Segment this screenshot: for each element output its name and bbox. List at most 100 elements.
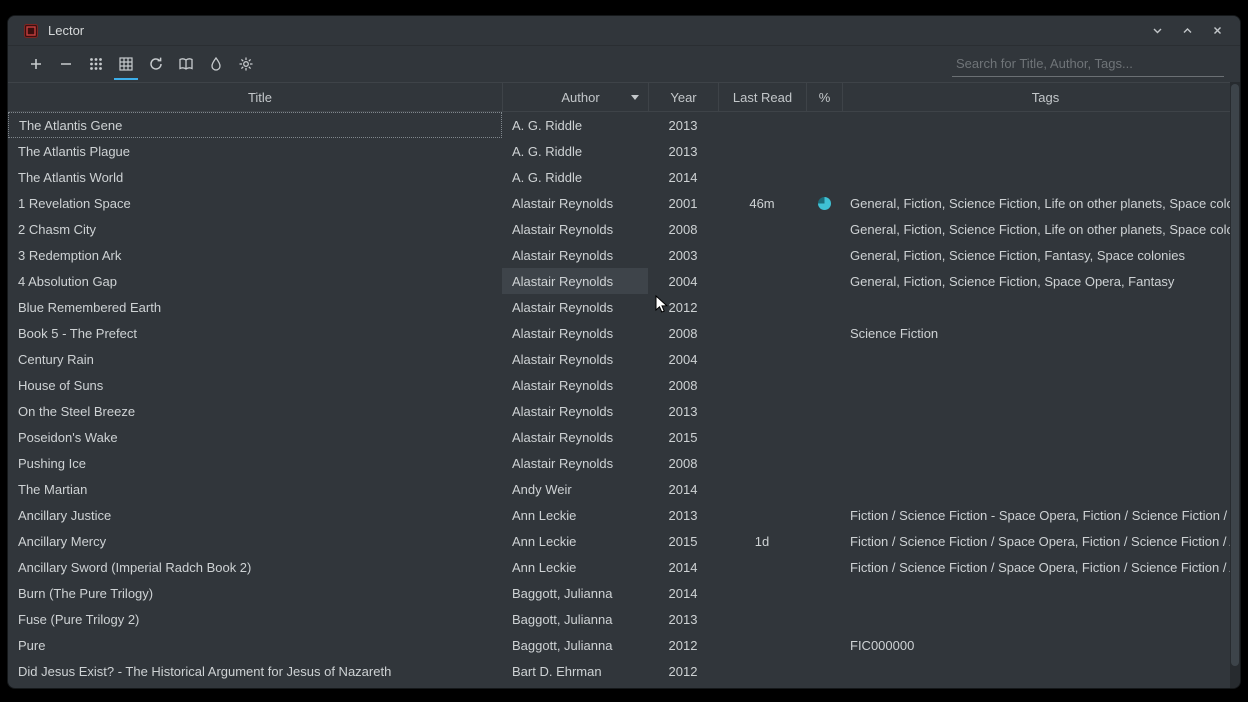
table-row[interactable]: 1 Revelation Space Alastair Reynolds 200…: [8, 190, 1240, 216]
cell-year[interactable]: 2015: [648, 424, 718, 450]
cell-year[interactable]: 2008: [648, 320, 718, 346]
cell-year[interactable]: 2003: [648, 242, 718, 268]
cell-author[interactable]: Alastair Reynolds: [502, 450, 648, 476]
table-row[interactable]: Book 5 - The Prefect Alastair Reynolds 2…: [8, 320, 1240, 346]
cell-title[interactable]: The Atlantis Gene: [8, 112, 502, 138]
column-header-last-read[interactable]: Last Read: [718, 83, 806, 111]
cell-tags[interactable]: [842, 112, 1240, 138]
cell-percent[interactable]: [806, 476, 842, 502]
reader-button[interactable]: [172, 50, 200, 78]
cell-last-read[interactable]: 46m: [718, 190, 806, 216]
table-row[interactable]: The Martian Andy Weir 2014: [8, 476, 1240, 502]
column-header-year[interactable]: Year: [648, 83, 718, 111]
table-row[interactable]: Ancillary Justice Ann Leckie 2013 Fictio…: [8, 502, 1240, 528]
cell-percent[interactable]: [806, 268, 842, 294]
column-header-author[interactable]: Author: [502, 83, 648, 111]
cell-year[interactable]: 2014: [648, 554, 718, 580]
cell-author[interactable]: A. G. Riddle: [502, 138, 648, 164]
cell-percent[interactable]: [806, 450, 842, 476]
cell-last-read[interactable]: [718, 112, 806, 138]
cell-year[interactable]: 2014: [648, 164, 718, 190]
cell-year[interactable]: 2001: [648, 190, 718, 216]
theme-button[interactable]: [202, 50, 230, 78]
table-row[interactable]: Ancillary Sword (Imperial Radch Book 2) …: [8, 554, 1240, 580]
cell-author[interactable]: Alastair Reynolds: [502, 216, 648, 242]
table-row[interactable]: Fuse (Pure Trilogy 2) Baggott, Julianna …: [8, 606, 1240, 632]
column-header-tags[interactable]: Tags: [842, 83, 1240, 111]
cell-year[interactable]: 2012: [648, 294, 718, 320]
cell-tags[interactable]: [842, 398, 1240, 424]
refresh-button[interactable]: [142, 50, 170, 78]
cell-tags[interactable]: General, Fiction, Science Fiction, Life …: [842, 216, 1240, 242]
cell-title[interactable]: The Atlantis World: [8, 164, 502, 190]
cell-author[interactable]: Andy Weir: [502, 476, 648, 502]
cell-tags[interactable]: General, Fiction, Science Fiction, Fanta…: [842, 242, 1240, 268]
cell-title[interactable]: Pure: [8, 632, 502, 658]
cell-author[interactable]: Baggott, Julianna: [502, 580, 648, 606]
cell-year[interactable]: 2013: [648, 112, 718, 138]
table-row[interactable]: Pushing Ice Alastair Reynolds 2008: [8, 450, 1240, 476]
remove-book-button[interactable]: [52, 50, 80, 78]
cell-tags[interactable]: [842, 138, 1240, 164]
cell-last-read[interactable]: [718, 346, 806, 372]
cell-tags[interactable]: Fiction / Science Fiction / Space Opera,…: [842, 528, 1240, 554]
cell-author[interactable]: Alastair Reynolds: [502, 372, 648, 398]
cell-title[interactable]: On the Steel Breeze: [8, 398, 502, 424]
grid-view-button[interactable]: [82, 50, 110, 78]
cell-author[interactable]: Alastair Reynolds: [502, 190, 648, 216]
cell-author[interactable]: Ann Leckie: [502, 528, 648, 554]
cell-last-read[interactable]: [718, 424, 806, 450]
cell-percent[interactable]: [806, 398, 842, 424]
cell-tags[interactable]: General, Fiction, Science Fiction, Space…: [842, 268, 1240, 294]
cell-year[interactable]: 2004: [648, 268, 718, 294]
cell-last-read[interactable]: [718, 320, 806, 346]
cell-percent[interactable]: [806, 112, 842, 138]
cell-last-read[interactable]: [718, 268, 806, 294]
cell-last-read[interactable]: [718, 398, 806, 424]
cell-title[interactable]: Did Jesus Exist? - The Historical Argume…: [8, 658, 502, 684]
cell-title[interactable]: Century Rain: [8, 346, 502, 372]
cell-tags[interactable]: [842, 346, 1240, 372]
cell-tags[interactable]: [842, 606, 1240, 632]
cell-percent[interactable]: [806, 554, 842, 580]
cell-title[interactable]: The Martian: [8, 476, 502, 502]
cell-title[interactable]: Burn (The Pure Trilogy): [8, 580, 502, 606]
cell-year[interactable]: 2008: [648, 216, 718, 242]
cell-percent[interactable]: [806, 528, 842, 554]
cell-year[interactable]: 2013: [648, 138, 718, 164]
cell-year[interactable]: 2013: [648, 398, 718, 424]
table-row[interactable]: Blue Remembered Earth Alastair Reynolds …: [8, 294, 1240, 320]
cell-year[interactable]: 2012: [648, 632, 718, 658]
table-row[interactable]: 4 Absolution Gap Alastair Reynolds 2004 …: [8, 268, 1240, 294]
cell-percent[interactable]: [806, 138, 842, 164]
table-row[interactable]: Burn (The Pure Trilogy) Baggott, Juliann…: [8, 580, 1240, 606]
cell-author[interactable]: Ann Leckie: [502, 502, 648, 528]
cell-author[interactable]: Alastair Reynolds: [502, 268, 648, 294]
cell-title[interactable]: 2 Chasm City: [8, 216, 502, 242]
cell-tags[interactable]: [842, 294, 1240, 320]
cell-title[interactable]: Ancillary Justice: [8, 502, 502, 528]
cell-title[interactable]: The Atlantis Plague: [8, 138, 502, 164]
cell-percent[interactable]: [806, 502, 842, 528]
table-view-button[interactable]: [112, 50, 140, 78]
table-row[interactable]: 3 Redemption Ark Alastair Reynolds 2003 …: [8, 242, 1240, 268]
cell-percent[interactable]: [806, 320, 842, 346]
table-row[interactable]: Did Jesus Exist? - The Historical Argume…: [8, 658, 1240, 684]
close-icon[interactable]: [1206, 20, 1228, 42]
vertical-scrollbar[interactable]: [1230, 82, 1240, 688]
column-header-percent[interactable]: %: [806, 83, 842, 111]
cell-percent[interactable]: [806, 190, 842, 216]
table-row[interactable]: House of Suns Alastair Reynolds 2008: [8, 372, 1240, 398]
cell-author[interactable]: Alastair Reynolds: [502, 346, 648, 372]
search-input[interactable]: [952, 52, 1224, 77]
cell-percent[interactable]: [806, 658, 842, 684]
cell-last-read[interactable]: 1d: [718, 528, 806, 554]
cell-author[interactable]: Bart D. Ehrman: [502, 658, 648, 684]
table-row[interactable]: Ancillary Mercy Ann Leckie 2015 1d Ficti…: [8, 528, 1240, 554]
cell-last-read[interactable]: [718, 580, 806, 606]
cell-year[interactable]: 2012: [648, 658, 718, 684]
table-row[interactable]: 2 Chasm City Alastair Reynolds 2008 Gene…: [8, 216, 1240, 242]
cell-last-read[interactable]: [718, 606, 806, 632]
cell-year[interactable]: 2015: [648, 528, 718, 554]
cell-year[interactable]: 2008: [648, 450, 718, 476]
